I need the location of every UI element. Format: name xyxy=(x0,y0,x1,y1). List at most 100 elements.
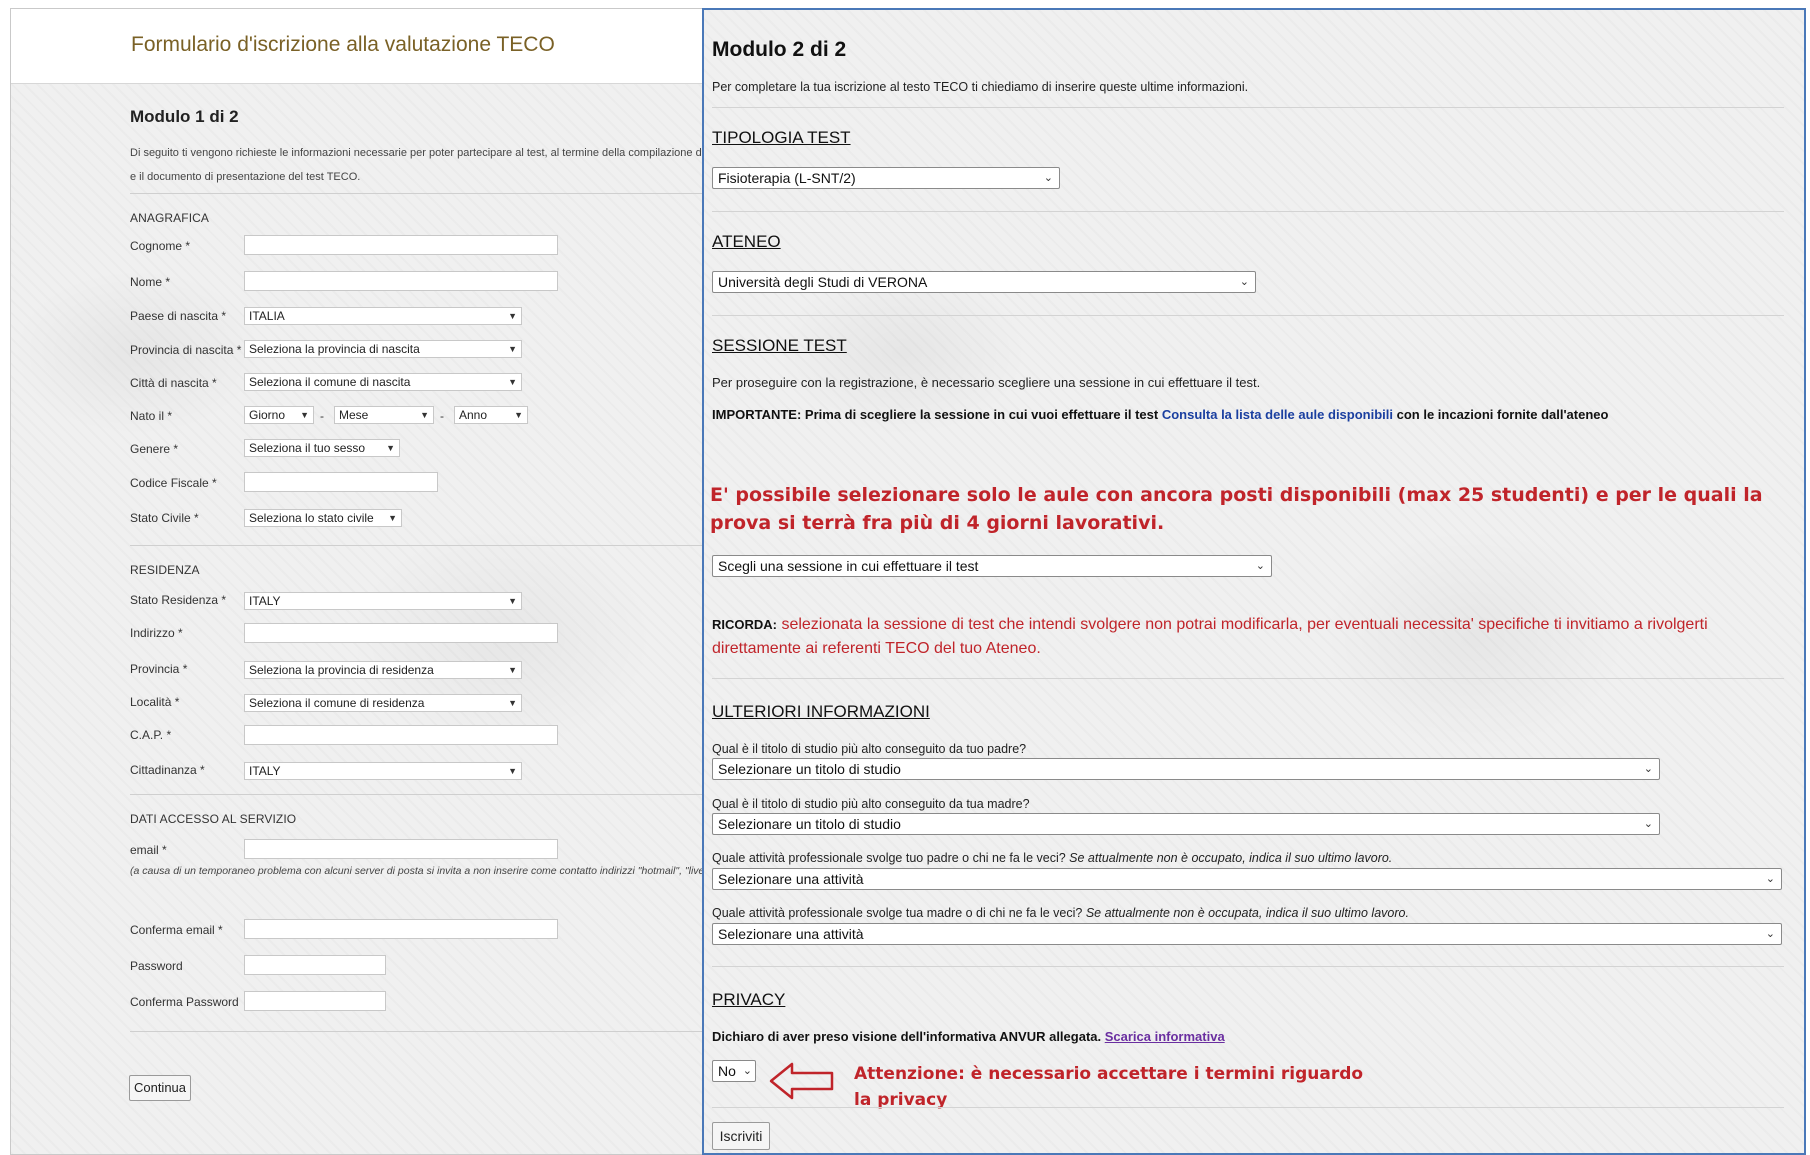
sessione-select[interactable]: Scegli una sessione in cui effettuare il… xyxy=(712,555,1272,577)
titolo-madre-question: Qual è il titolo di studio più alto cons… xyxy=(712,797,1030,811)
dropdown-arrow-icon: ▼ xyxy=(514,410,523,420)
codice-fiscale-input[interactable] xyxy=(244,472,438,492)
giorno-value: Giorno xyxy=(249,408,286,422)
importante-note: IMPORTANTE: Prima di scegliere la sessio… xyxy=(712,407,1608,422)
stato-civile-select[interactable]: Seleziona lo stato civile ▼ xyxy=(244,509,402,527)
iscriviti-button[interactable]: Iscriviti xyxy=(712,1122,770,1150)
sessione-red-note-line2: prova si terrà fra più di 4 giorni lavor… xyxy=(710,512,1165,534)
cap-label: C.A.P. * xyxy=(130,728,172,742)
attivita-madre-text: Quale attività professionale svolge tua … xyxy=(712,906,1086,920)
dropdown-arrow-icon: ▼ xyxy=(388,513,397,523)
cap-input[interactable] xyxy=(244,725,558,745)
divider xyxy=(130,794,711,795)
cittadinanza-select[interactable]: ITALY ▼ xyxy=(244,762,522,780)
provincia-residenza-select[interactable]: Seleziona la provincia di residenza ▼ xyxy=(244,661,522,679)
left-form-pane: Formulario d'iscrizione alla valutazione… xyxy=(10,8,712,1155)
attivita-padre-italic: Se attualmente non è occupato, indica il… xyxy=(1069,851,1393,865)
tipologia-test-value: Fisioterapia (L-SNT/2) xyxy=(718,170,856,186)
ateneo-section-title: ATENEO xyxy=(712,232,781,251)
conferma-email-label: Conferma email * xyxy=(130,923,223,937)
privacy-accept-value: No xyxy=(718,1063,736,1079)
ricorda-note: RICORDA: selezionata la sessione di test… xyxy=(712,616,1708,634)
module-1-title: Modulo 1 di 2 xyxy=(130,107,239,126)
chevron-down-icon: ⌄ xyxy=(1643,763,1653,775)
giorno-select[interactable]: Giorno ▼ xyxy=(244,406,314,424)
nato-il-label: Nato il * xyxy=(130,409,173,423)
provincia-nascita-label: Provincia di nascita * xyxy=(130,343,242,357)
ricorda-text-line2: direttamente ai referenti TECO del tuo A… xyxy=(712,640,1041,657)
localita-value: Seleziona il comune di residenza xyxy=(249,696,425,710)
nome-input[interactable] xyxy=(244,271,558,291)
privacy-text: Dichiaro di aver preso visione dell'info… xyxy=(712,1029,1225,1044)
form-title: Formulario d'iscrizione alla valutazione… xyxy=(131,33,555,56)
divider xyxy=(712,1107,1784,1108)
citta-nascita-select[interactable]: Seleziona il comune di nascita ▼ xyxy=(244,373,522,391)
stato-residenza-label: Stato Residenza * xyxy=(130,593,227,607)
titolo-padre-select[interactable]: Selezionare un titolo di studio ⌄ xyxy=(712,758,1660,780)
attivita-madre-select[interactable]: Selezionare una attività ⌄ xyxy=(712,923,1782,945)
date-separator: - xyxy=(320,409,324,423)
divider xyxy=(130,1031,711,1032)
accesso-section-title: DATI ACCESSO AL SERVIZIO xyxy=(130,812,297,826)
tipologia-test-select[interactable]: Fisioterapia (L-SNT/2) ⌄ xyxy=(712,167,1060,189)
paese-nascita-label: Paese di nascita * xyxy=(130,309,227,323)
dropdown-arrow-icon: ▼ xyxy=(508,698,517,708)
password-input[interactable] xyxy=(244,955,386,975)
attivita-padre-select[interactable]: Selezionare una attività ⌄ xyxy=(712,868,1782,890)
divider xyxy=(130,545,711,546)
localita-select[interactable]: Seleziona il comune di residenza ▼ xyxy=(244,694,522,712)
mese-select[interactable]: Mese ▼ xyxy=(334,406,434,424)
privacy-statement: Dichiaro di aver preso visione dell'info… xyxy=(712,1029,1105,1044)
ateneo-value: Università degli Studi di VERONA xyxy=(718,274,928,290)
provincia-nascita-value: Seleziona la provincia di nascita xyxy=(249,342,420,356)
dropdown-arrow-icon: ▼ xyxy=(508,665,517,675)
privacy-section-title: PRIVACY xyxy=(712,990,786,1009)
privacy-accept-select[interactable]: No ⌄ xyxy=(712,1060,756,1082)
privacy-warning-line1: Attenzione: è necessario accettare i ter… xyxy=(854,1064,1364,1084)
mese-value: Mese xyxy=(339,408,369,422)
right-intro-text: Per completare la tua iscrizione al test… xyxy=(712,80,1249,94)
ateneo-select[interactable]: Università degli Studi di VERONA ⌄ xyxy=(712,271,1256,293)
tipologia-section-title: TIPOLOGIA TEST xyxy=(712,128,851,147)
divider xyxy=(712,211,1784,212)
sessione-text: Per proseguire con la registrazione, è n… xyxy=(712,375,1261,390)
anno-value: Anno xyxy=(459,408,488,422)
importante-label: IMPORTANTE: xyxy=(712,407,802,422)
paese-nascita-select[interactable]: ITALIA ▼ xyxy=(244,307,522,325)
titolo-madre-select[interactable]: Selezionare un titolo di studio ⌄ xyxy=(712,813,1660,835)
scarica-informativa-link[interactable]: Scarica informativa xyxy=(1105,1029,1225,1044)
indirizzo-input[interactable] xyxy=(244,623,558,643)
aule-disponibili-link[interactable]: Consulta la lista delle aule disponibili xyxy=(1162,407,1393,422)
email-input[interactable] xyxy=(244,839,558,859)
divider xyxy=(712,315,1784,316)
attivita-padre-value: Selezionare una attività xyxy=(718,871,864,887)
genere-select[interactable]: Seleziona il tuo sesso ▼ xyxy=(244,439,400,457)
anno-select[interactable]: Anno ▼ xyxy=(454,406,528,424)
cittadinanza-label: Cittadinanza * xyxy=(130,763,205,777)
chevron-down-icon: ⌄ xyxy=(1765,928,1775,940)
stato-residenza-select[interactable]: ITALY ▼ xyxy=(244,592,522,610)
importante-text: Prima di scegliere la sessione in cui vu… xyxy=(801,407,1162,422)
chevron-down-icon: ⌄ xyxy=(1765,873,1775,885)
cognome-input[interactable] xyxy=(244,235,558,255)
stato-residenza-value: ITALY xyxy=(249,594,281,608)
conferma-password-label: Conferma Password xyxy=(130,995,239,1009)
continua-button[interactable]: Continua xyxy=(129,1075,191,1101)
dropdown-arrow-icon: ▼ xyxy=(386,443,395,453)
chevron-down-icon: ⌄ xyxy=(1643,818,1653,830)
sessione-select-value: Scegli una sessione in cui effettuare il… xyxy=(718,558,979,574)
chevron-down-icon: ⌄ xyxy=(1239,276,1249,288)
titolo-madre-value: Selezionare un titolo di studio xyxy=(718,816,901,832)
dropdown-arrow-icon: ▼ xyxy=(300,410,309,420)
conferma-email-input[interactable] xyxy=(244,919,558,939)
divider xyxy=(130,193,711,194)
provincia-nascita-select[interactable]: Seleziona la provincia di nascita ▼ xyxy=(244,340,522,358)
conferma-password-input[interactable] xyxy=(244,991,386,1011)
dropdown-arrow-icon: ▼ xyxy=(508,377,517,387)
email-label: email * xyxy=(130,843,167,857)
dropdown-arrow-icon: ▼ xyxy=(508,766,517,776)
dropdown-arrow-icon: ▼ xyxy=(508,311,517,321)
attivita-madre-italic: Se attualmente non è occupata, indica il… xyxy=(1085,906,1409,920)
citta-nascita-label: Città di nascita * xyxy=(130,376,217,390)
cognome-label: Cognome * xyxy=(130,239,191,253)
